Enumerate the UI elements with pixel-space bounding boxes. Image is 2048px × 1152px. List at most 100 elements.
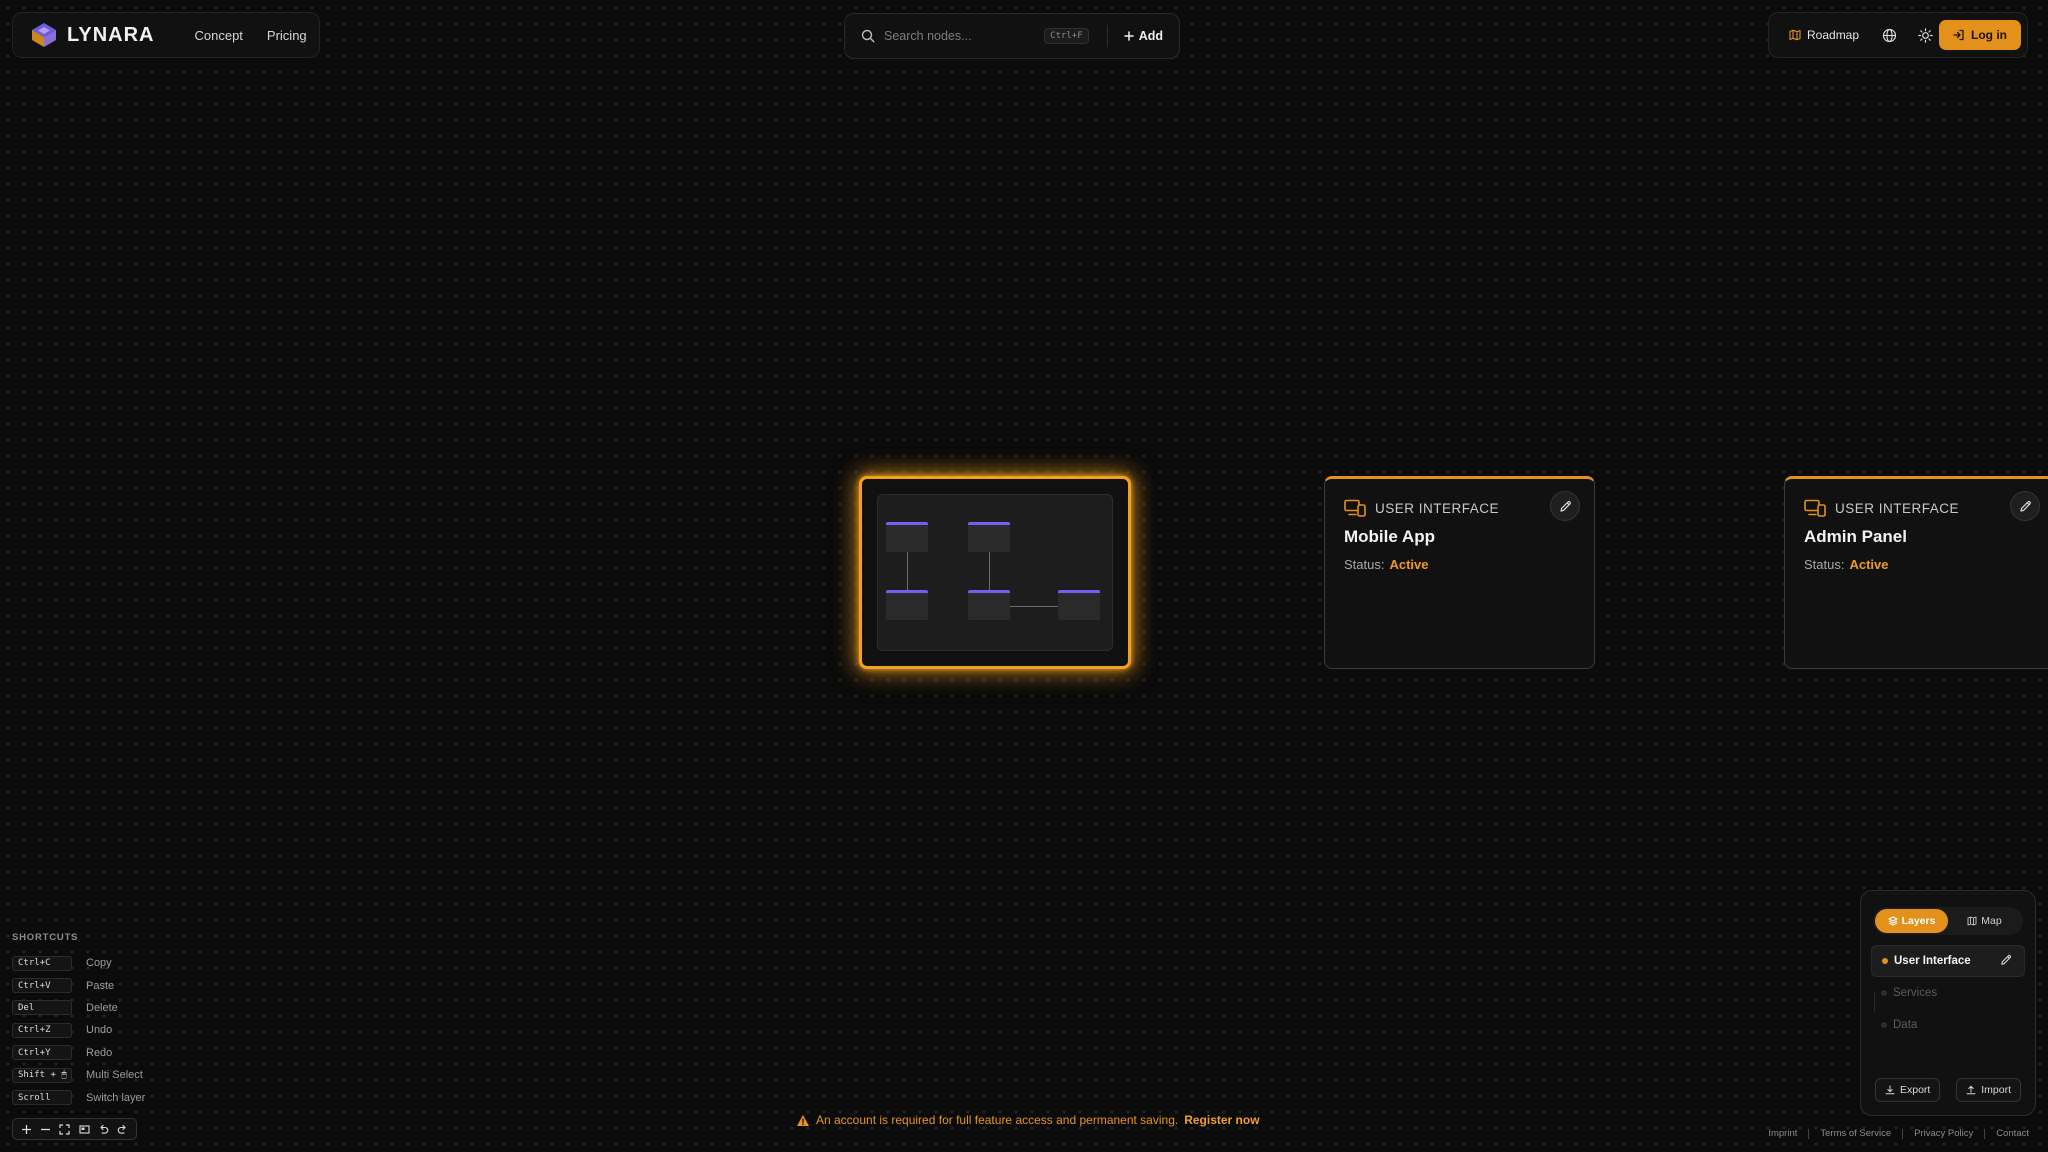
layer-item-services[interactable]: Services xyxy=(1871,977,2025,1009)
lynara-logo-icon[interactable] xyxy=(31,22,57,48)
footer-links: Imprint Terms of Service Privacy Policy … xyxy=(1768,1128,2029,1139)
fit-view-icon[interactable] xyxy=(57,1121,73,1137)
layer-dot xyxy=(1881,990,1887,996)
roadmap-link[interactable]: Roadmap xyxy=(1789,28,1859,42)
shortcuts-title: SHORTCUTS xyxy=(12,932,79,943)
preview-node xyxy=(886,590,928,620)
plus-icon xyxy=(1123,31,1134,41)
layer-guide-line xyxy=(1874,992,1875,1012)
shortcut-label: Delete xyxy=(86,1001,118,1014)
globe-icon[interactable] xyxy=(1877,23,1901,47)
login-button[interactable]: Log in xyxy=(1939,20,2021,50)
shortcut-label: Copy xyxy=(86,957,112,970)
selected-group-node[interactable] xyxy=(859,476,1131,669)
shortcut-row: Shift + 🖱 Multi Select xyxy=(12,1064,162,1086)
right-toolbar: Roadmap Log in xyxy=(1768,12,2028,58)
layer-dot xyxy=(1882,958,1888,964)
shortcut-label: Redo xyxy=(86,1046,113,1059)
layer-label: Services xyxy=(1893,987,1938,999)
shortcut-key: Del xyxy=(12,1000,72,1016)
nav-pricing-link[interactable]: Pricing xyxy=(267,28,307,43)
minimap-icon[interactable] xyxy=(76,1121,92,1137)
layer-label: User Interface xyxy=(1894,955,1971,967)
preview-connector xyxy=(989,552,990,590)
export-button[interactable]: Export xyxy=(1875,1078,1941,1102)
footer-terms-link[interactable]: Terms of Service xyxy=(1820,1128,1891,1139)
add-node-label: Add xyxy=(1138,29,1163,43)
map-icon xyxy=(1789,29,1801,41)
footer-divider xyxy=(1808,1128,1810,1139)
preview-node xyxy=(968,522,1010,552)
search-divider xyxy=(1106,25,1108,47)
footer-contact-link[interactable]: Contact xyxy=(1996,1128,2029,1139)
shortcut-row: Ctrl+Y Redo xyxy=(12,1042,162,1064)
minus-icon[interactable] xyxy=(38,1121,54,1137)
brand-name[interactable]: LYNARA xyxy=(67,24,155,47)
redo-icon[interactable] xyxy=(114,1121,130,1137)
tab-map[interactable]: Map xyxy=(1948,909,2021,933)
node-type: USER INTERFACE xyxy=(1375,500,1500,516)
node-card-mobile-app[interactable]: USER INTERFACE Mobile App Status: Active xyxy=(1324,476,1595,669)
shortcut-key: Ctrl+Y xyxy=(12,1045,72,1061)
shortcut-key: Ctrl+V xyxy=(12,978,72,994)
tab-layers[interactable]: Layers xyxy=(1875,909,1948,933)
node-title: Admin Panel xyxy=(1804,527,1907,546)
shortcut-key: Ctrl+C xyxy=(12,955,72,971)
shortcut-row: Ctrl+C Copy xyxy=(12,952,162,974)
search-input[interactable] xyxy=(884,29,1044,43)
shortcut-key: Ctrl+Z xyxy=(12,1022,72,1038)
shortcut-label: Undo xyxy=(86,1024,113,1037)
node-status-value: Active xyxy=(1849,557,1889,572)
node-title: Mobile App xyxy=(1344,527,1435,546)
node-type: USER INTERFACE xyxy=(1835,500,1960,516)
node-status: Status: Active xyxy=(1344,557,1575,572)
layer-label: Data xyxy=(1893,1019,1918,1031)
footer-divider xyxy=(1984,1128,1986,1139)
shortcut-row: Ctrl+Z Undo xyxy=(12,1019,162,1041)
shortcut-label: Switch layer xyxy=(86,1091,146,1104)
login-label: Log in xyxy=(1971,28,2007,42)
tab-layers-label: Layers xyxy=(1901,915,1936,927)
footer-imprint-link[interactable]: Imprint xyxy=(1768,1128,1797,1139)
nav-concept-link[interactable]: Concept xyxy=(195,28,243,43)
pencil-icon xyxy=(1559,500,1572,513)
account-warning: An account is required for full feature … xyxy=(796,1112,1260,1128)
layer-item-data[interactable]: Data xyxy=(1871,1009,2025,1041)
node-header: USER INTERFACE xyxy=(1804,499,2035,517)
edit-node-button[interactable] xyxy=(1550,491,1580,521)
devices-icon xyxy=(1804,499,1826,517)
zoom-controls xyxy=(12,1118,137,1140)
footer-privacy-link[interactable]: Privacy Policy xyxy=(1914,1128,1973,1139)
warning-text: An account is required for full feature … xyxy=(816,1113,1179,1127)
node-header: USER INTERFACE xyxy=(1344,499,1575,517)
layers-icon xyxy=(1888,916,1898,926)
search-bar: Ctrl+F Add xyxy=(844,13,1180,59)
shortcut-row: Del Delete xyxy=(12,997,162,1019)
sun-icon[interactable] xyxy=(1913,23,1937,47)
roadmap-label: Roadmap xyxy=(1807,28,1860,42)
shortcut-label: Multi Select xyxy=(86,1069,143,1082)
panel-tabs: Layers Map xyxy=(1873,907,2023,935)
download-icon xyxy=(1885,1085,1895,1095)
preview-node xyxy=(1058,590,1100,620)
edit-node-button[interactable] xyxy=(2010,491,2040,521)
export-label: Export xyxy=(1900,1084,1931,1096)
add-node-button[interactable]: Add xyxy=(1123,29,1163,43)
register-link[interactable]: Register now xyxy=(1184,1113,1259,1127)
upload-icon xyxy=(1966,1085,1976,1095)
shortcuts-panel: SHORTCUTS Ctrl+C Copy Ctrl+V Paste Del Dele… xyxy=(12,932,162,1109)
plus-icon[interactable] xyxy=(19,1121,35,1137)
node-status-value: Active xyxy=(1389,557,1429,572)
layer-item-user-interface[interactable]: User Interface xyxy=(1871,945,2025,977)
layers-panel: Layers Map User Interface Services Data … xyxy=(1860,890,2036,1116)
node-card-admin-panel[interactable]: USER INTERFACE Admin Panel Status: Active xyxy=(1784,476,2048,669)
import-label: Import xyxy=(1981,1084,2011,1096)
import-button[interactable]: Import xyxy=(1956,1078,2021,1102)
tab-map-label: Map xyxy=(1981,915,2002,927)
footer-divider xyxy=(1902,1128,1904,1139)
preview-connector xyxy=(1010,606,1058,607)
node-status: Status: Active xyxy=(1804,557,2035,572)
pencil-icon[interactable] xyxy=(2000,954,2012,966)
shortcut-row: Ctrl+V Paste xyxy=(12,974,162,996)
undo-icon[interactable] xyxy=(95,1121,111,1137)
